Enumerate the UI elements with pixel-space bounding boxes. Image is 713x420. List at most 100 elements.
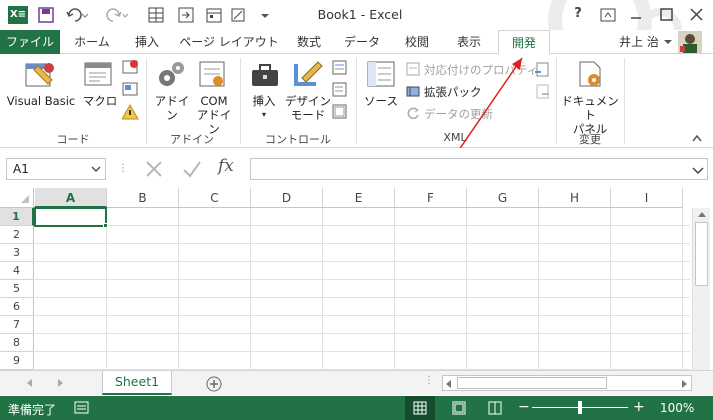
- normal-view-icon: [413, 401, 427, 415]
- form-icon[interactable]: [178, 7, 194, 23]
- zoom-slider-thumb[interactable]: [578, 401, 582, 414]
- formula-input[interactable]: [250, 158, 708, 180]
- help-button[interactable]: ?: [570, 6, 586, 24]
- com-addin-button[interactable]: COM アドイン: [194, 94, 234, 136]
- scroll-right-icon[interactable]: [681, 380, 687, 388]
- save-icon[interactable]: [38, 7, 54, 23]
- user-dropdown-icon[interactable]: [664, 39, 672, 45]
- insert-function-button[interactable]: fx: [218, 156, 234, 176]
- column-header[interactable]: G: [467, 188, 539, 208]
- ribbon-display-options-icon[interactable]: [600, 8, 616, 22]
- calendar-icon[interactable]: [206, 7, 222, 23]
- row-header[interactable]: 7: [0, 316, 34, 334]
- vertical-scrollbar[interactable]: [692, 208, 710, 370]
- collapse-ribbon-icon[interactable]: [692, 134, 702, 142]
- row-header[interactable]: 6: [0, 298, 34, 316]
- new-sheet-icon[interactable]: [205, 375, 223, 393]
- xml-source-button[interactable]: ソース: [360, 94, 402, 108]
- expansion-pack-icon[interactable]: [406, 84, 420, 98]
- macro-security-icon[interactable]: [122, 104, 140, 120]
- page-layout-view-icon[interactable]: [452, 401, 466, 415]
- prev-sheet-icon[interactable]: [26, 379, 34, 387]
- select-all-corner[interactable]: [0, 188, 34, 208]
- zoom-level[interactable]: 100%: [660, 401, 694, 415]
- tab-page-layout[interactable]: ページ レイアウト: [176, 30, 282, 54]
- ribbon-tabs: ファイル ホーム 挿入 ページ レイアウト 数式 データ 校閲 表示 開発 井上…: [0, 30, 713, 55]
- excel-logo-icon[interactable]: X≡: [8, 6, 28, 24]
- close-icon[interactable]: [690, 8, 704, 22]
- group-label-code: コード: [56, 133, 90, 146]
- column-header[interactable]: F: [395, 188, 467, 208]
- column-header[interactable]: E: [323, 188, 395, 208]
- column-header[interactable]: A: [35, 188, 107, 208]
- tab-review[interactable]: 校閲: [394, 30, 440, 54]
- row-header[interactable]: 1: [0, 208, 34, 226]
- tab-formulas[interactable]: 数式: [288, 30, 330, 54]
- active-cell[interactable]: [34, 207, 107, 227]
- macro-button[interactable]: マクロ: [80, 94, 120, 108]
- row-header[interactable]: 8: [0, 334, 34, 352]
- column-header[interactable]: I: [611, 188, 683, 208]
- zoom-out-button[interactable]: −: [518, 399, 530, 415]
- minimize-icon[interactable]: [630, 10, 642, 22]
- document-panel-button[interactable]: ドキュメント パネル: [560, 94, 620, 136]
- row-header[interactable]: 4: [0, 262, 34, 280]
- column-header[interactable]: H: [539, 188, 611, 208]
- maximize-icon[interactable]: [660, 8, 674, 22]
- cells-area[interactable]: [35, 208, 690, 370]
- horizontal-scroll-thumb[interactable]: [457, 377, 607, 389]
- refresh-data-icon[interactable]: [406, 106, 420, 120]
- scroll-up-icon[interactable]: [698, 212, 706, 218]
- macro-record-status-icon[interactable]: [74, 401, 90, 415]
- addin-button[interactable]: アドイン: [150, 94, 194, 122]
- tab-file[interactable]: ファイル: [0, 30, 60, 54]
- avatar[interactable]: [678, 31, 702, 53]
- row-header[interactable]: 2: [0, 226, 34, 244]
- vertical-scroll-thumb[interactable]: [695, 222, 708, 286]
- scroll-left-icon[interactable]: [446, 380, 452, 388]
- page-break-view-icon[interactable]: [488, 401, 502, 415]
- normal-view-button[interactable]: [405, 396, 435, 420]
- toolbox-icon: [252, 64, 278, 86]
- tab-split-handle[interactable]: ⋮: [424, 375, 434, 386]
- visual-basic-button[interactable]: Visual Basic: [4, 94, 78, 108]
- column-header[interactable]: D: [251, 188, 323, 208]
- tab-data[interactable]: データ: [336, 30, 388, 54]
- column-header[interactable]: C: [179, 188, 251, 208]
- draw-icon[interactable]: [230, 7, 246, 23]
- fill-handle[interactable]: [103, 223, 108, 228]
- horizontal-scrollbar[interactable]: [442, 375, 692, 391]
- name-box-dropdown-icon[interactable]: [91, 166, 101, 174]
- expand-formula-bar-icon[interactable]: [692, 167, 704, 175]
- design-mode-button[interactable]: デザイン モード: [284, 94, 332, 122]
- run-dialog-icon[interactable]: [332, 104, 348, 120]
- user-name[interactable]: 井上 治: [612, 30, 666, 54]
- row-header[interactable]: 9: [0, 352, 34, 370]
- sheet-tab-sheet1[interactable]: Sheet1: [102, 371, 172, 395]
- row-header[interactable]: 3: [0, 244, 34, 262]
- addin-gear-icon: [159, 62, 184, 86]
- design-mode-icon: [294, 61, 323, 86]
- insert-control-button[interactable]: 挿入 ▾: [244, 94, 284, 122]
- properties-icon[interactable]: [332, 60, 348, 76]
- tab-insert[interactable]: 挿入: [124, 30, 170, 54]
- row-header[interactable]: 5: [0, 280, 34, 298]
- next-sheet-icon[interactable]: [56, 379, 64, 387]
- status-ready: 準備完了: [8, 403, 57, 417]
- formula-bar-handle[interactable]: ⋮: [118, 162, 128, 176]
- view-code-icon[interactable]: [332, 82, 348, 98]
- cancel-icon[interactable]: [145, 160, 163, 178]
- map-properties-icon[interactable]: [406, 62, 420, 76]
- undo-icon[interactable]: [66, 7, 88, 23]
- visual-basic-icon: [25, 63, 54, 87]
- record-macro-icon[interactable]: [122, 60, 140, 76]
- table-icon[interactable]: [148, 7, 164, 23]
- column-header[interactable]: B: [107, 188, 179, 208]
- zoom-in-button[interactable]: +: [633, 399, 645, 415]
- enter-icon[interactable]: [182, 160, 202, 178]
- relative-ref-icon[interactable]: [122, 82, 140, 98]
- xml-source-icon: [367, 61, 395, 87]
- tab-home[interactable]: ホーム: [66, 30, 118, 54]
- name-box[interactable]: A1: [6, 158, 106, 180]
- redo-icon[interactable]: [106, 7, 128, 23]
